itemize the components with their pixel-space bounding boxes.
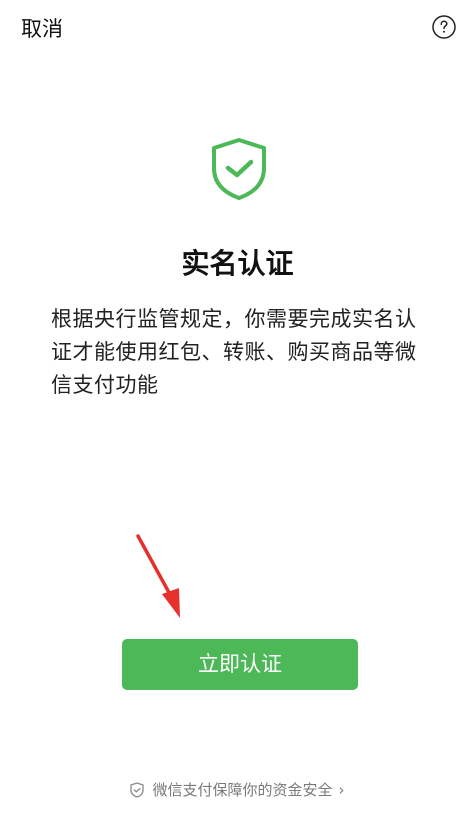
verify-now-button[interactable]: 立即认证 bbox=[122, 639, 358, 690]
top-bar: 取消 bbox=[0, 0, 475, 58]
page-title: 实名认证 bbox=[181, 247, 294, 280]
footer-text: 微信支付保障你的资金安全 bbox=[152, 781, 333, 799]
description-text: 根据央行监管规定，你需要完成实名认证才能使用红包、转账、购买商品等微信支付功能 bbox=[51, 307, 417, 397]
shield-check-icon bbox=[130, 782, 145, 798]
security-footer[interactable]: 微信支付保障你的资金安全 › bbox=[0, 780, 475, 800]
annotation-arrow-icon bbox=[136, 534, 180, 618]
chevron-right-icon: › bbox=[338, 781, 345, 799]
real-name-verification-screen: 取消 实名认证 根据央行监管规定，你需要完成实名认证才能使用红包、转账、购买商品… bbox=[0, 0, 475, 822]
shield-check-icon bbox=[212, 138, 266, 200]
help-button[interactable] bbox=[432, 15, 456, 39]
cancel-button[interactable]: 取消 bbox=[21, 15, 63, 43]
question-mark-circle-icon bbox=[432, 15, 456, 39]
